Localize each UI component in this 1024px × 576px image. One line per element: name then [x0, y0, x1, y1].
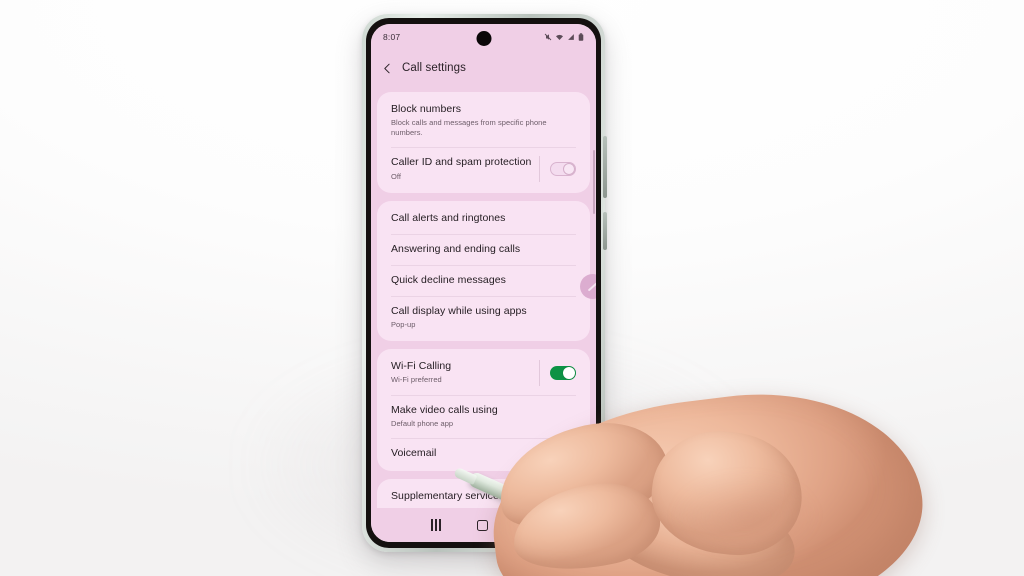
settings-row-call-display-while-using-apps[interactable]: Call display while using apps Pop-up: [377, 296, 590, 339]
edge-panel-handle-bar: [587, 282, 596, 291]
app-bar: Call settings: [371, 50, 596, 86]
front-camera-punch-hole: [476, 31, 491, 46]
page-title: Call settings: [402, 62, 466, 74]
screenshot-scene: 8:07 Call settings Block numbers Block c…: [0, 0, 1024, 576]
settings-list[interactable]: Block numbers Block calls and messages f…: [371, 86, 596, 542]
settings-row-voicemail[interactable]: Voicemail: [377, 437, 590, 469]
toggle-divider: [539, 156, 576, 182]
volume-button[interactable]: [603, 136, 607, 198]
navigation-bar: [371, 508, 596, 542]
settings-group: Call alerts and ringtones Answering and …: [377, 200, 590, 342]
scrollbar[interactable]: [593, 150, 595, 214]
recents-icon[interactable]: [431, 519, 441, 531]
row-title: Quick decline messages: [391, 273, 506, 286]
signal-icon: [568, 34, 574, 40]
row-subtitle: Pop-up: [391, 320, 416, 330]
mute-vibrate-icon: [544, 33, 552, 41]
row-title: Call display while using apps: [391, 305, 527, 317]
row-title: Voicemail: [391, 446, 437, 459]
row-title: Supplementary services: [391, 489, 505, 502]
settings-row-block-numbers[interactable]: Block numbers Block calls and messages f…: [377, 94, 590, 147]
row-subtitle: Wi-Fi preferred: [391, 375, 442, 385]
row-title: Make video calls using: [391, 403, 498, 416]
power-button[interactable]: [603, 212, 607, 250]
toggle-knob: [563, 366, 575, 379]
settings-row-call-alerts-and-ringtones[interactable]: Call alerts and ringtones: [377, 203, 590, 234]
phone-screen[interactable]: 8:07 Call settings Block numbers Block c…: [371, 24, 596, 542]
settings-group: Block numbers Block calls and messages f…: [377, 92, 590, 193]
settings-group: Wi-Fi Calling Wi-Fi preferred Make video…: [377, 349, 590, 471]
home-icon[interactable]: [477, 519, 489, 531]
row-subtitle: Default phone app: [391, 418, 454, 428]
settings-row-quick-decline-messages[interactable]: Quick decline messages: [377, 264, 590, 296]
toggle-divider: [539, 360, 576, 386]
row-title: Block numbers: [391, 103, 462, 115]
row-title: Call alerts and ringtones: [391, 211, 506, 224]
back-icon[interactable]: [525, 520, 536, 531]
phone-device: 8:07 Call settings Block numbers Block c…: [362, 14, 607, 552]
chevron-left-icon[interactable]: [381, 62, 394, 75]
battery-icon: [578, 33, 584, 41]
wifi-calling-toggle[interactable]: [550, 365, 576, 380]
phone-bezel: 8:07 Call settings Block numbers Block c…: [366, 18, 601, 548]
row-subtitle: Block calls and messages from specific p…: [391, 118, 547, 138]
row-title: Caller ID and spam protection: [391, 156, 532, 169]
status-bar-clock: 8:07: [383, 32, 401, 42]
settings-row-caller-id-and-spam-protection[interactable]: Caller ID and spam protection Off: [377, 147, 590, 190]
settings-row-wifi-calling[interactable]: Wi-Fi Calling Wi-Fi preferred: [377, 351, 590, 394]
caller-id-toggle[interactable]: [550, 162, 576, 176]
row-title: Answering and ending calls: [391, 242, 521, 255]
toggle-knob: [563, 163, 575, 175]
status-bar-icons: [544, 33, 584, 41]
settings-row-answering-and-ending-calls[interactable]: Answering and ending calls: [377, 233, 590, 265]
row-subtitle: Off: [391, 171, 402, 181]
row-title: Wi-Fi Calling: [391, 360, 452, 373]
wifi-icon: [556, 34, 563, 40]
settings-row-make-video-calls-using[interactable]: Make video calls using Default phone app: [377, 394, 590, 438]
